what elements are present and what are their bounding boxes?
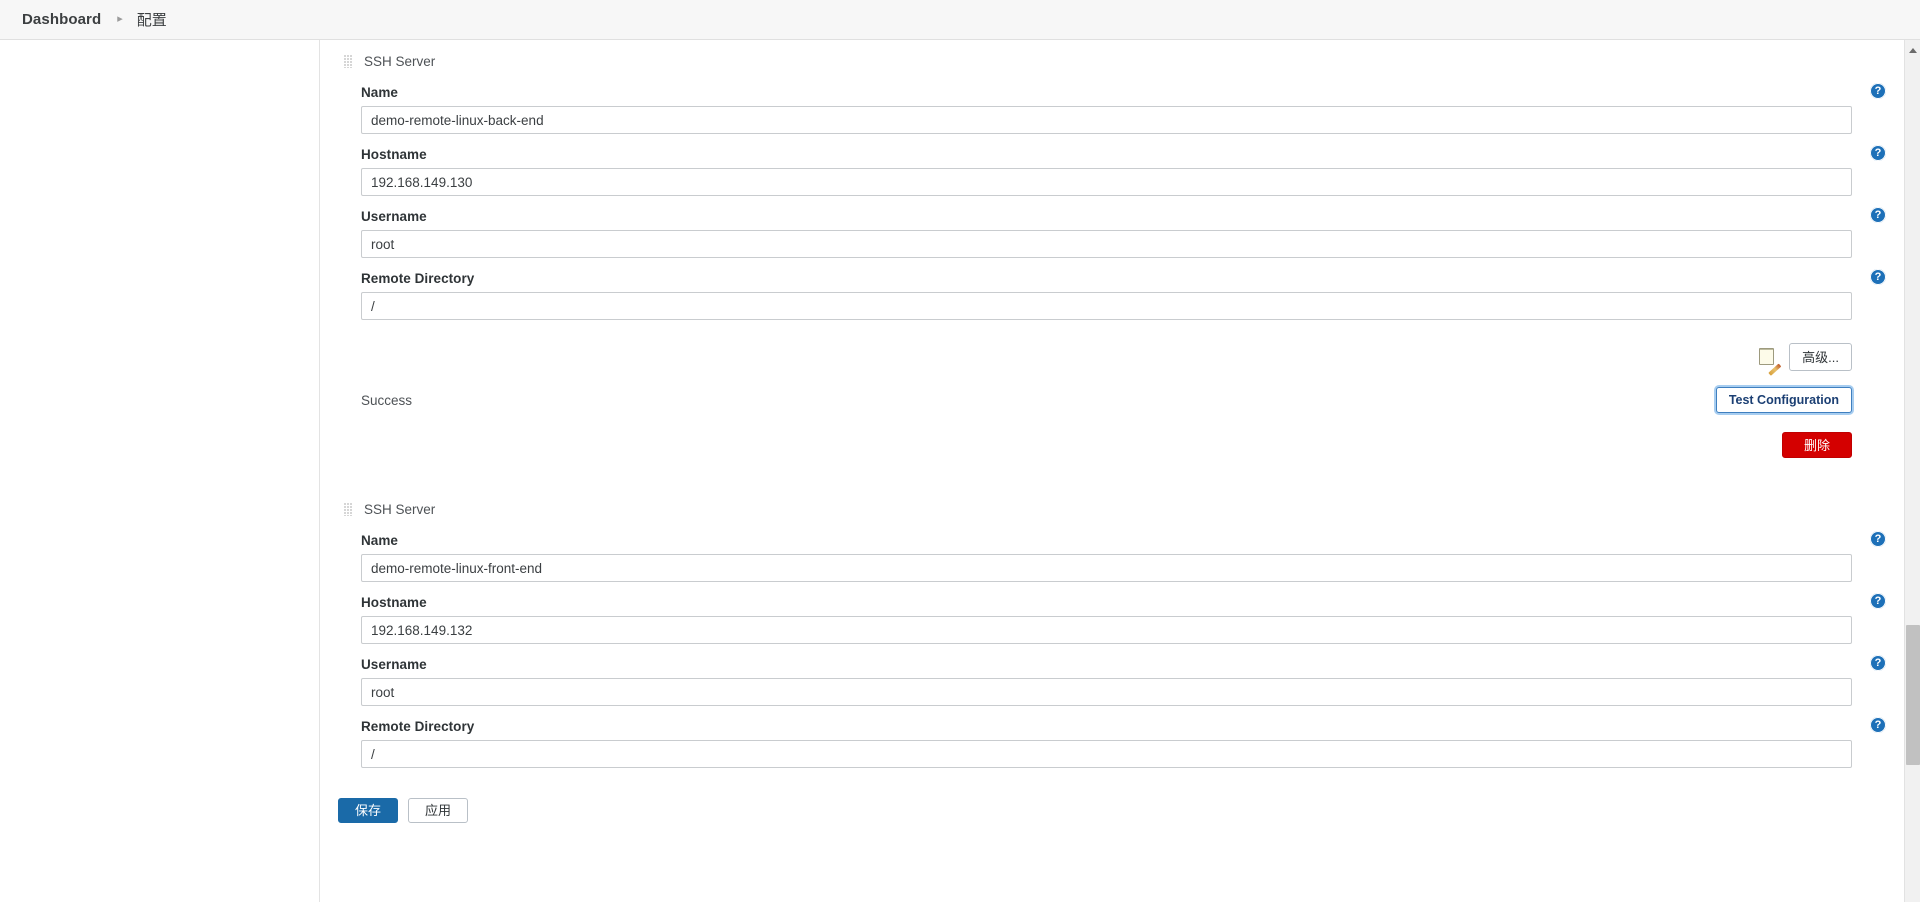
help-circle-icon[interactable]: ?	[1870, 207, 1886, 223]
apply-button[interactable]: 应用	[408, 798, 468, 823]
scroll-thumb[interactable]	[1906, 625, 1920, 765]
field-label-name: Name	[361, 85, 398, 100]
settings-tree-pane[interactable]	[0, 40, 320, 902]
save-button[interactable]: 保存	[338, 798, 398, 823]
field-username: Username ?	[321, 655, 1904, 706]
help-circle-icon[interactable]: ?	[1870, 83, 1886, 99]
username-input[interactable]	[361, 230, 1852, 258]
form-action-bar: 保存 应用	[321, 798, 1904, 845]
remote-directory-input[interactable]	[361, 292, 1852, 320]
username-input[interactable]	[361, 678, 1852, 706]
vertical-scrollbar[interactable]	[1904, 40, 1920, 902]
advanced-button[interactable]: 高级...	[1789, 343, 1852, 371]
field-name: Name ?	[321, 83, 1904, 134]
field-label-hostname: Hostname	[361, 595, 427, 610]
ssh-server-header: SSH Server	[321, 498, 1904, 520]
remote-directory-input[interactable]	[361, 740, 1852, 768]
ssh-server-header: SSH Server	[321, 50, 1904, 72]
help-circle-icon[interactable]: ?	[1870, 269, 1886, 285]
delete-button[interactable]: 删除	[1782, 432, 1852, 458]
field-name: Name ?	[321, 531, 1904, 582]
chevron-right-icon: ▸	[117, 13, 123, 25]
breadcrumb-item-config[interactable]: 配置	[137, 9, 167, 30]
triangle-up-icon[interactable]	[1905, 42, 1920, 58]
field-label-hostname: Hostname	[361, 147, 427, 162]
breadcrumb: Dashboard ▸ 配置	[0, 0, 1920, 40]
hostname-input[interactable]	[361, 168, 1852, 196]
name-input[interactable]	[361, 106, 1852, 134]
field-label-username: Username	[361, 209, 427, 224]
ssh-server-title: SSH Server	[364, 53, 436, 69]
block-divider	[321, 460, 1904, 488]
breadcrumb-item-dashboard[interactable]: Dashboard	[22, 11, 101, 28]
field-label-remote-directory: Remote Directory	[361, 271, 475, 286]
drag-grip-icon[interactable]	[344, 54, 353, 68]
field-label-name: Name	[361, 533, 398, 548]
help-circle-icon[interactable]: ?	[1870, 655, 1886, 671]
field-label-remote-directory: Remote Directory	[361, 719, 475, 734]
drag-grip-icon[interactable]	[344, 502, 353, 516]
page-body: SSH Server Name ? Hostname ? Username ?	[0, 40, 1920, 902]
ssh-server-title: SSH Server	[364, 501, 436, 517]
help-circle-icon[interactable]: ?	[1870, 593, 1886, 609]
test-configuration-button[interactable]: Test Configuration	[1715, 387, 1852, 413]
advanced-row: 高级...	[321, 342, 1904, 376]
status-badge: Success	[361, 392, 413, 408]
ssh-server-block: SSH Server Name ? Hostname ? Username ?	[321, 498, 1904, 768]
field-remote-directory: Remote Directory ?	[321, 269, 1904, 320]
field-remote-directory: Remote Directory ?	[321, 717, 1904, 768]
edit-note-icon[interactable]	[1758, 346, 1782, 376]
server-list: SSH Server Name ? Hostname ? Username ?	[321, 50, 1904, 845]
help-circle-icon[interactable]: ?	[1870, 717, 1886, 733]
help-circle-icon[interactable]: ?	[1870, 145, 1886, 161]
name-input[interactable]	[361, 554, 1852, 582]
help-circle-icon[interactable]: ?	[1870, 531, 1886, 547]
field-label-username: Username	[361, 657, 427, 672]
ssh-server-block: SSH Server Name ? Hostname ? Username ?	[321, 50, 1904, 460]
field-hostname: Hostname ?	[321, 145, 1904, 196]
hostname-input[interactable]	[361, 616, 1852, 644]
settings-content-pane: SSH Server Name ? Hostname ? Username ?	[321, 40, 1904, 902]
field-hostname: Hostname ?	[321, 593, 1904, 644]
connection-status-row: Success Test Configuration	[321, 384, 1904, 416]
field-username: Username ?	[321, 207, 1904, 258]
delete-row: 删除	[321, 432, 1904, 460]
